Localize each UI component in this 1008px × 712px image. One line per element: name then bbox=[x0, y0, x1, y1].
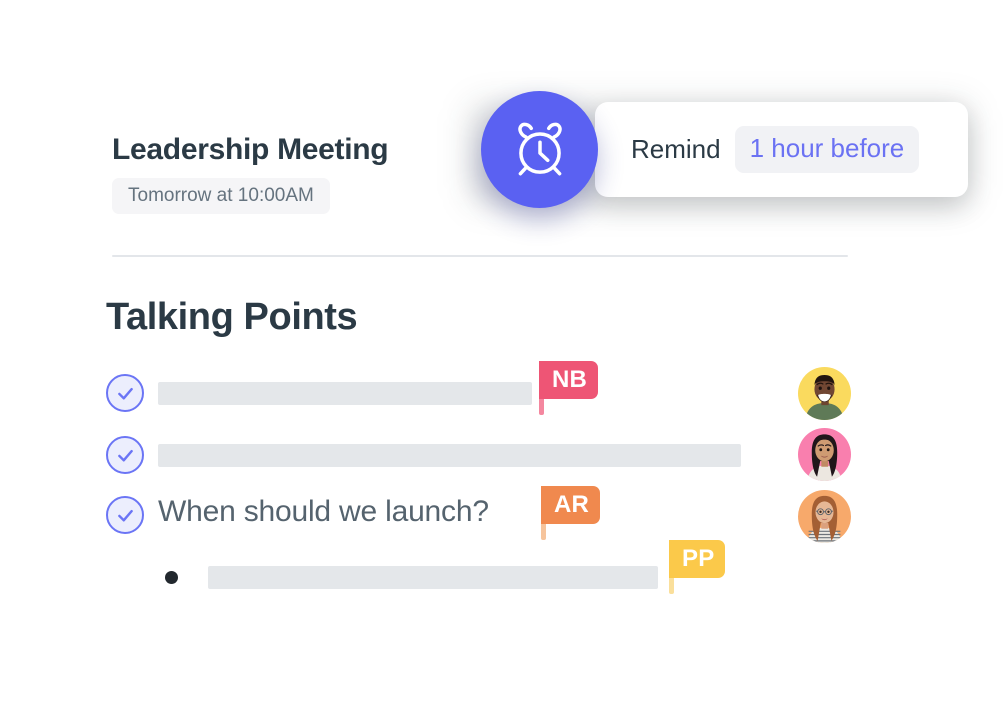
checkbox-checked-icon[interactable] bbox=[106, 436, 144, 474]
page-title: Leadership Meeting bbox=[112, 133, 389, 166]
checkbox-checked-icon[interactable] bbox=[106, 374, 144, 412]
sub-point-placeholder-bar bbox=[208, 566, 658, 589]
check-glyph bbox=[117, 387, 133, 400]
flag-initials: AR bbox=[541, 486, 601, 524]
flag-initials: NB bbox=[539, 361, 599, 399]
reminder-value-pill[interactable]: 1 hour before bbox=[734, 126, 920, 173]
checkbox-checked-icon[interactable] bbox=[106, 496, 144, 534]
meeting-date-label: Tomorrow at 10:00AM bbox=[128, 185, 314, 206]
avatar-image-2 bbox=[798, 428, 851, 481]
reminder-card[interactable]: Remind 1 hour before bbox=[595, 102, 968, 197]
bullet-dot-center bbox=[164, 570, 178, 584]
flag-initials: PP bbox=[669, 540, 726, 578]
talking-point-placeholder-bar bbox=[158, 444, 741, 467]
avatar[interactable] bbox=[798, 367, 851, 420]
bullet-dot-icon[interactable] bbox=[152, 558, 190, 596]
avatar[interactable] bbox=[798, 428, 851, 481]
reminder-label: Remind bbox=[631, 134, 721, 164]
alarm-clock-glyph bbox=[517, 122, 562, 175]
talking-point-text: When should we launch? bbox=[158, 495, 489, 528]
talking-point-placeholder-bar bbox=[158, 382, 532, 405]
alarm-clock-icon[interactable] bbox=[481, 91, 598, 208]
avatar-image-3 bbox=[798, 490, 851, 543]
check-glyph bbox=[117, 449, 133, 462]
section-title: Talking Points bbox=[106, 296, 358, 338]
reminder-talking-points-card: Leadership Meeting Tomorrow at 10:00AM R… bbox=[0, 0, 1008, 712]
check-glyph bbox=[117, 509, 133, 522]
avatar[interactable] bbox=[798, 490, 851, 543]
avatar-image-1 bbox=[798, 367, 851, 420]
header-divider bbox=[112, 255, 848, 257]
meeting-date-badge: Tomorrow at 10:00AM bbox=[112, 178, 330, 214]
